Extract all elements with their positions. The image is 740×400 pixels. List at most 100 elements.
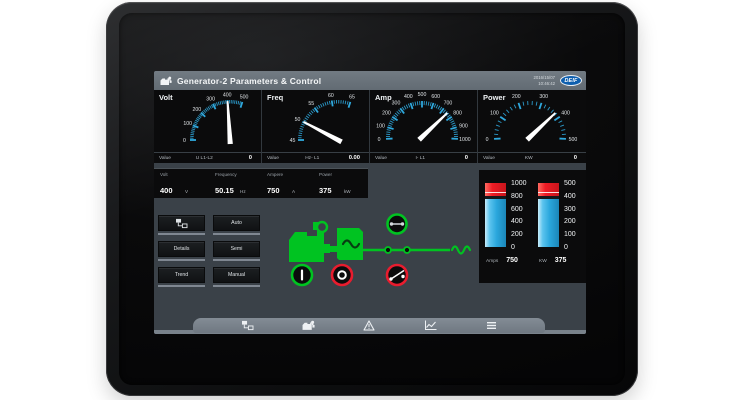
- control-buttons: Auto Details Semi Trend Manual: [158, 215, 262, 293]
- gauge-title: Freq: [267, 93, 283, 102]
- breaker-closed-indicator[interactable]: [388, 215, 407, 234]
- svg-text:0: 0: [486, 137, 489, 143]
- svg-text:700: 700: [444, 101, 453, 107]
- gauges-row: Volt 0100200300400500 Value U L1-L2 0 Fr…: [154, 90, 586, 163]
- svg-text:300: 300: [206, 97, 215, 103]
- start-button[interactable]: [292, 265, 312, 285]
- nav-item-generator[interactable]: [301, 320, 315, 332]
- title-bar: Generator-2 Parameters & Control 2016/15…: [154, 71, 586, 90]
- bar-graph-kw: 5004003002001000 KW 375: [532, 170, 585, 283]
- trend-button[interactable]: Trend: [158, 267, 205, 283]
- gauge-title: Power: [483, 93, 506, 102]
- svg-text:400: 400: [223, 92, 232, 98]
- page-title: Generator-2 Parameters & Control: [177, 76, 321, 86]
- bar-scale: 5004003002001000: [564, 180, 576, 251]
- bar-alarm-zone: [485, 183, 506, 196]
- bar-caption: KW 375: [539, 257, 585, 264]
- gauge-reading: 0.00: [349, 155, 360, 161]
- main-area: Volt 400V Frequency 50.15Hz Ampere 750A …: [154, 163, 586, 334]
- gauge-volt: Volt 0 100 200 300 400 500 Value U L1-L2 0: [154, 90, 262, 163]
- nav-item-trend[interactable]: [423, 320, 437, 332]
- gauge-footer: Value U L1-L2 0: [154, 152, 261, 163]
- generator-icon: [302, 320, 315, 331]
- svg-text:500: 500: [569, 137, 578, 143]
- gauge-reading: 0: [574, 155, 577, 161]
- bar-setpoint-mark: [538, 192, 559, 193]
- busbar-icon: [241, 320, 254, 331]
- busbar-node: [404, 247, 410, 253]
- alarm-triangle-icon: [363, 320, 375, 331]
- gauge-footer: Value KW 0: [478, 152, 586, 163]
- grid-wave-symbol: [452, 247, 470, 254]
- svg-text:100: 100: [183, 121, 192, 127]
- bar-graph-amps: 10008006004002000 Amps 750: [479, 170, 532, 283]
- bar-fill: [485, 199, 506, 247]
- datetime: 2016/15/07 10:46:42: [533, 75, 555, 85]
- gauge-channel: Hz- L1: [305, 156, 319, 161]
- gauge-reading: 0: [249, 155, 252, 161]
- nav-item-menu[interactable]: [484, 320, 498, 332]
- svg-text:0: 0: [183, 138, 186, 144]
- generator-icon: [160, 76, 172, 86]
- svg-text:200: 200: [193, 107, 202, 113]
- svg-text:100: 100: [490, 111, 499, 117]
- bar-caption: Amps 750: [486, 257, 532, 264]
- breaker-open-button[interactable]: [387, 265, 407, 285]
- hmi-screen: Generator-2 Parameters & Control 2016/15…: [154, 71, 586, 334]
- generator-symbol: [337, 228, 363, 260]
- svg-text:1000: 1000: [459, 137, 471, 143]
- deif-logo: DEIF: [560, 75, 582, 86]
- engine-icon: [289, 222, 337, 262]
- busbar-icon: [175, 218, 188, 229]
- synoptic-button[interactable]: [158, 215, 205, 231]
- gauge-power: Power 0 100 200 300 400 500 Value KW 0: [478, 90, 586, 163]
- svg-text:50: 50: [295, 117, 301, 123]
- busbar-node: [385, 247, 391, 253]
- gauge-title: Volt: [159, 93, 173, 102]
- table-cell-frequency: Frequency 50.15Hz: [209, 169, 261, 198]
- svg-text:500: 500: [418, 92, 427, 98]
- trend-chart-icon: [424, 320, 437, 331]
- single-line-diagram: [287, 210, 477, 290]
- semi-button[interactable]: Semi: [213, 241, 260, 257]
- gauge-reading: 0: [465, 155, 468, 161]
- svg-text:800: 800: [453, 111, 462, 117]
- manual-button[interactable]: Manual: [213, 267, 260, 283]
- bar-track: [538, 183, 559, 247]
- svg-text:600: 600: [431, 94, 440, 100]
- gauge-title: Amp: [375, 93, 392, 102]
- svg-text:100: 100: [376, 123, 385, 129]
- values-table: Volt 400V Frequency 50.15Hz Ampere 750A …: [154, 168, 368, 198]
- bar-alarm-zone: [538, 183, 559, 196]
- svg-text:0: 0: [378, 137, 381, 143]
- gauge-freq: Freq 4550556065 Value Hz- L1 0.00: [262, 90, 370, 163]
- svg-text:300: 300: [392, 101, 401, 107]
- bar-graphs-panel: 10008006004002000 Amps 750 5004003002001…: [479, 170, 586, 283]
- gauge-amp: Amp 01002003004005006007008009001000 Val…: [370, 90, 478, 163]
- svg-text:300: 300: [539, 94, 548, 100]
- time-text: 10:46:42: [538, 81, 555, 86]
- stop-button[interactable]: [332, 265, 352, 285]
- svg-text:200: 200: [512, 94, 521, 100]
- menu-icon: [486, 321, 497, 330]
- details-button[interactable]: Details: [158, 241, 205, 257]
- nav-item-alarms[interactable]: [362, 320, 376, 332]
- svg-text:400: 400: [561, 111, 570, 117]
- gauge-channel: U L1-L2: [196, 156, 213, 161]
- svg-text:400: 400: [404, 94, 413, 100]
- bar-track: [485, 183, 506, 247]
- nav-item-busbar[interactable]: [240, 320, 254, 332]
- gauge-channel: I- L1: [415, 156, 425, 161]
- bar-scale: 10008006004002000: [511, 180, 527, 251]
- svg-text:65: 65: [349, 95, 355, 101]
- auto-button[interactable]: Auto: [213, 215, 260, 231]
- svg-text:500: 500: [240, 95, 249, 101]
- table-cell-ampere: Ampere 750A: [261, 169, 313, 198]
- screenshot-stage: Generator-2 Parameters & Control 2016/15…: [0, 0, 740, 400]
- bar-setpoint-mark: [485, 192, 506, 193]
- svg-text:45: 45: [290, 138, 296, 144]
- gauge-channel: KW: [525, 156, 533, 161]
- svg-text:55: 55: [308, 101, 314, 107]
- svg-text:60: 60: [328, 93, 334, 99]
- svg-text:200: 200: [382, 111, 391, 117]
